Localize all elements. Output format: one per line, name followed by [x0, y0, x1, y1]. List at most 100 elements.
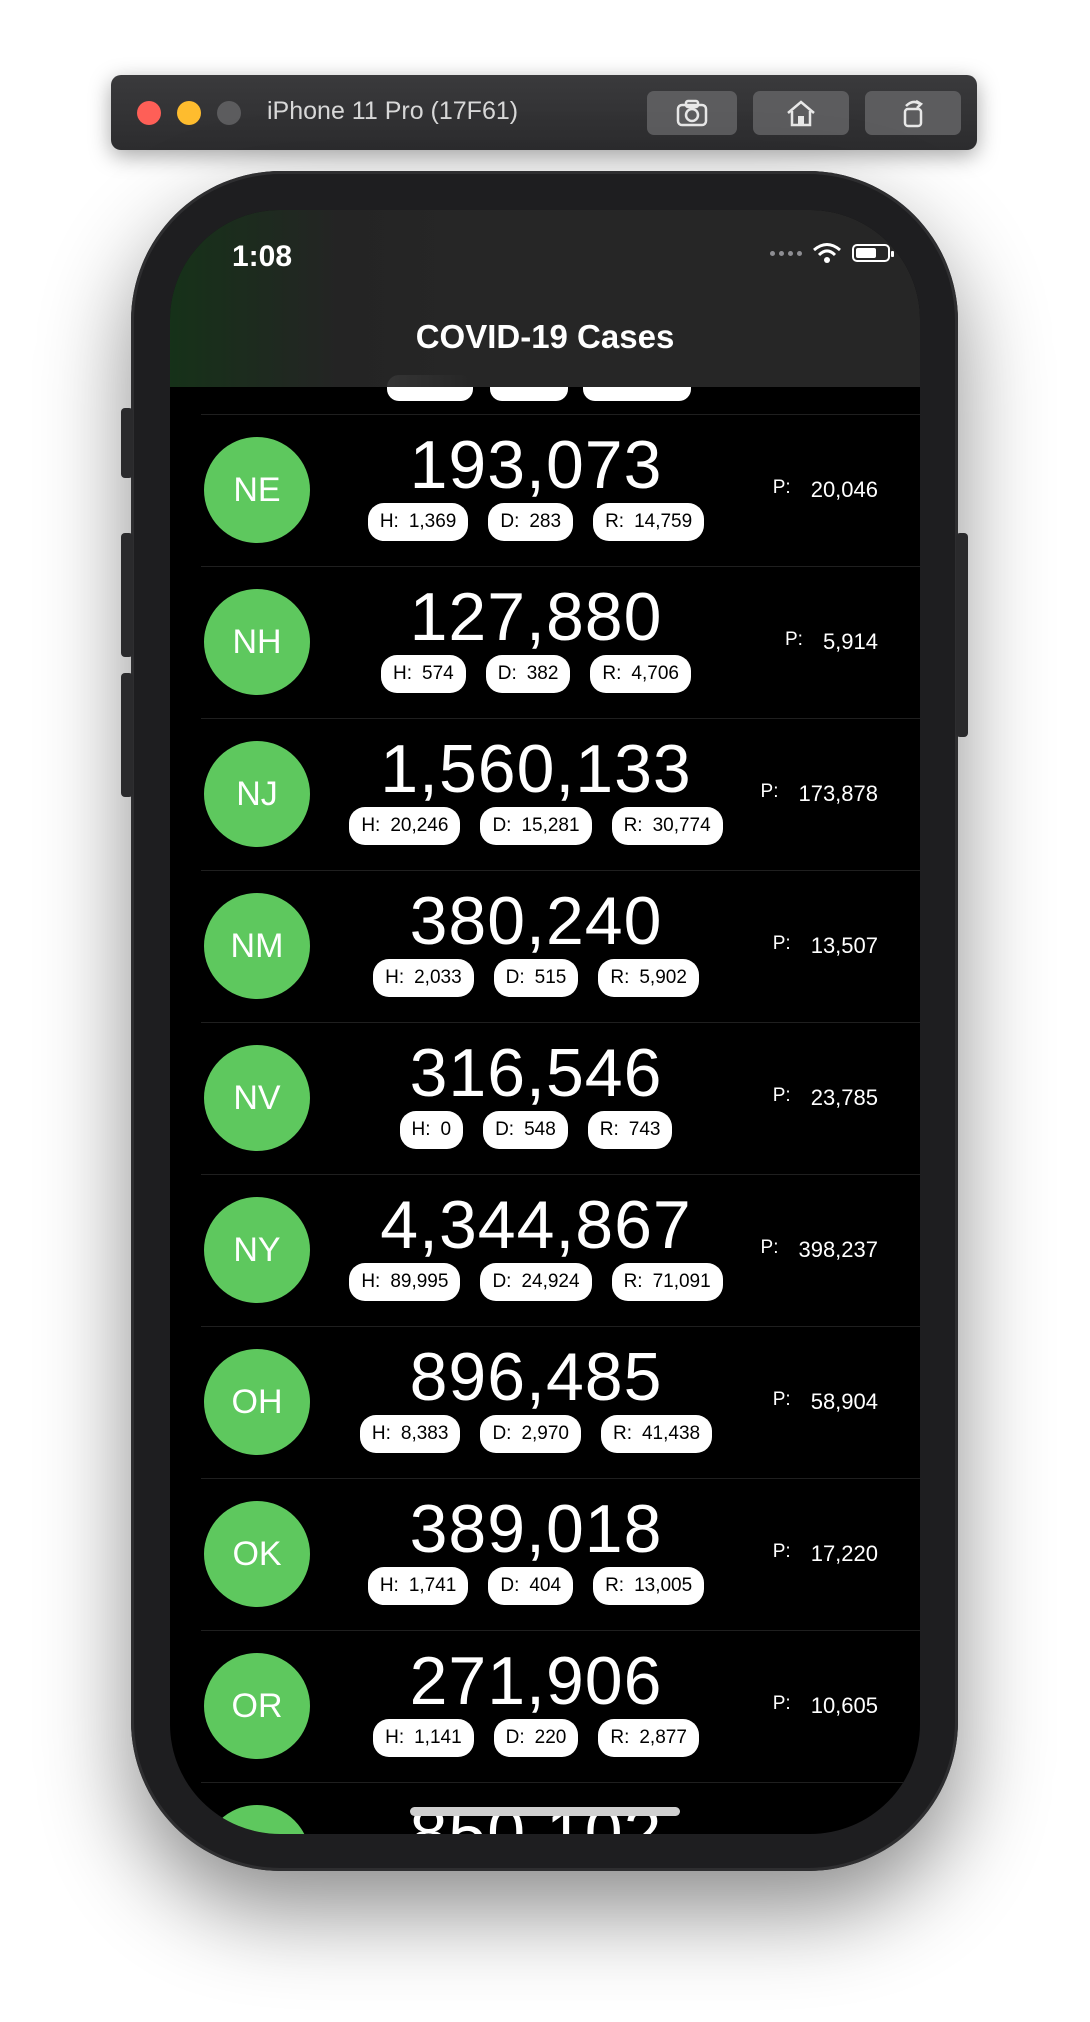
recovered-value: 41,438 [641, 1423, 701, 1444]
pending-stat: P: 13,507 [773, 933, 878, 959]
hospitalized-value: 8,383 [400, 1423, 449, 1444]
hospitalized-pill: H: 0 [399, 1111, 464, 1149]
cellular-signal-icon [770, 250, 802, 256]
state-code: NY [233, 1230, 281, 1269]
stats-pills: H: 8,383 D: 2,970 R: 41,438 [321, 1415, 751, 1453]
hospitalized-value: 1,369 [408, 511, 457, 532]
state-avatar: OH [204, 1349, 310, 1455]
close-window-button[interactable] [137, 101, 161, 125]
hospitalized-label: H: [385, 1727, 405, 1748]
hospitalized-label: H: [393, 663, 413, 684]
rotate-button[interactable] [865, 91, 961, 135]
minimize-window-button[interactable] [177, 101, 201, 125]
pending-label: P: [760, 1237, 779, 1258]
list-item[interactable]: NV 316,546 H: 0 D: 548 R: 743 P: 23,785 [201, 1023, 920, 1175]
list-item[interactable]: NE 193,073 H: 1,369 D: 283 R: 14,759 P: 20,0… [201, 415, 920, 567]
pending-stat: P: 5,914 [785, 629, 878, 655]
deaths-label: D: [495, 1119, 515, 1140]
hospitalized-pill: H: 1,141 [373, 1719, 474, 1757]
pending-label: P: [772, 1541, 791, 1562]
pending-label: P: [772, 477, 791, 498]
recovered-pill: R: 743 [587, 1111, 673, 1149]
stats-pills: H: 2,033 D: 515 R: 5,902 [321, 959, 751, 997]
recovered-label: R: [599, 1119, 619, 1140]
recovered-pill: R: 14,759 [593, 503, 705, 541]
state-avatar: OK [204, 1501, 310, 1607]
home-indicator[interactable] [410, 1807, 680, 1816]
recovered-label: R: [610, 1727, 630, 1748]
list-item[interactable]: OR 271,906 H: 1,141 D: 220 R: 2,877 P: 10,60… [201, 1631, 920, 1783]
deaths-value: 220 [534, 1727, 567, 1748]
deaths-pill: D: 15,281 [480, 807, 592, 845]
recovered-value: 2,877 [639, 1727, 687, 1748]
deaths-label: D: [505, 1727, 525, 1748]
deaths-label: D: [492, 1271, 512, 1292]
screenshot-button[interactable] [647, 91, 737, 135]
wifi-icon [813, 243, 841, 263]
recovered-pill: R: 5,902 [598, 959, 699, 997]
recovered-pill: R: 13,005 [593, 1567, 705, 1605]
pending-label: P: [772, 1085, 791, 1106]
hospitalized-pill: H: 574 [381, 655, 466, 693]
list-item-partial[interactable] [201, 375, 920, 415]
deaths-pill: D: 2,970 [480, 1415, 581, 1453]
hospitalized-value: 20,246 [390, 815, 449, 836]
state-code: NH [232, 622, 282, 661]
recovered-label: R: [623, 1271, 643, 1292]
deaths-pill: D: 220 [493, 1719, 579, 1757]
total-cases: 4,344,867 [380, 1187, 692, 1263]
recovered-value: 30,774 [652, 815, 711, 836]
deaths-value: 515 [534, 967, 567, 988]
deaths-value: 15,281 [521, 815, 580, 836]
state-code: OK [232, 1534, 282, 1573]
deaths-label: D: [492, 1423, 512, 1444]
recovered-label: R: [602, 663, 622, 684]
stats-pills: H: 1,369 D: 283 R: 14,759 [321, 503, 751, 541]
total-cases: 380,240 [409, 883, 663, 959]
hospitalized-label: H: [379, 1575, 399, 1596]
recovered-value: 71,091 [652, 1271, 711, 1292]
home-button[interactable] [753, 91, 849, 135]
hospitalized-value: 1,141 [414, 1727, 462, 1748]
pending-value: 20,046 [810, 477, 878, 502]
recovered-value: 13,005 [634, 1575, 693, 1596]
state-avatar: OR [204, 1653, 310, 1759]
stats-pills: H: 1,141 D: 220 R: 2,877 [321, 1719, 751, 1757]
list-item[interactable]: OK 389,018 H: 1,741 D: 404 R: 13,005 P: 17,2… [201, 1479, 920, 1631]
recovered-value: 14,759 [634, 511, 693, 532]
recovered-label: R: [610, 967, 630, 988]
list-item[interactable]: NM 380,240 H: 2,033 D: 515 R: 5,902 P: 13,50… [201, 871, 920, 1023]
state-code: NJ [236, 774, 278, 813]
pending-label: P: [772, 933, 791, 954]
state-avatar: NY [204, 1197, 310, 1303]
list-item[interactable]: NY 4,344,867 H: 89,995 D: 24,924 R: 71,091 … [201, 1175, 920, 1327]
deaths-value: 283 [529, 511, 562, 532]
zoom-window-button[interactable] [217, 101, 241, 125]
deaths-pill: D: 515 [493, 959, 579, 997]
phone-screen: 1:08 COVID-19 Cases NE 193,073 H: 1,369 D… [170, 210, 920, 1834]
hospitalized-value: 2,033 [414, 967, 462, 988]
pending-value: 58,904 [810, 1389, 878, 1414]
pending-value: 13,507 [810, 933, 878, 958]
hospitalized-pill: H: 20,246 [349, 807, 461, 845]
total-cases: 389,018 [409, 1491, 663, 1567]
state-avatar: NV [204, 1045, 310, 1151]
pending-label: P: [772, 1693, 791, 1714]
pending-stat: P: 173,878 [761, 781, 878, 807]
hospitalized-label: H: [371, 1423, 391, 1444]
status-time: 1:08 [232, 240, 293, 273]
pending-label: P: [772, 1389, 791, 1410]
hospitalized-pill: H: 8,383 [359, 1415, 461, 1453]
screenshot-icon [676, 99, 708, 127]
total-cases: 896,485 [409, 1339, 663, 1415]
cases-list[interactable]: NE 193,073 H: 1,369 D: 283 R: 14,759 P: 20,0… [170, 375, 920, 1834]
hospitalized-value: 0 [440, 1119, 452, 1140]
hospitalized-value: 1,741 [408, 1575, 457, 1596]
deaths-pill: D: 24,924 [480, 1263, 592, 1301]
deaths-value: 24,924 [521, 1271, 580, 1292]
battery-icon [852, 244, 894, 262]
list-item[interactable]: NJ 1,560,133 H: 20,246 D: 15,281 R: 30,774 … [201, 719, 920, 871]
list-item[interactable]: NH 127,880 H: 574 D: 382 R: 4,706 P: 5,914 [201, 567, 920, 719]
state-code: NM [230, 926, 284, 965]
list-item[interactable]: OH 896,485 H: 8,383 D: 2,970 R: 41,438 P: 58… [201, 1327, 920, 1479]
